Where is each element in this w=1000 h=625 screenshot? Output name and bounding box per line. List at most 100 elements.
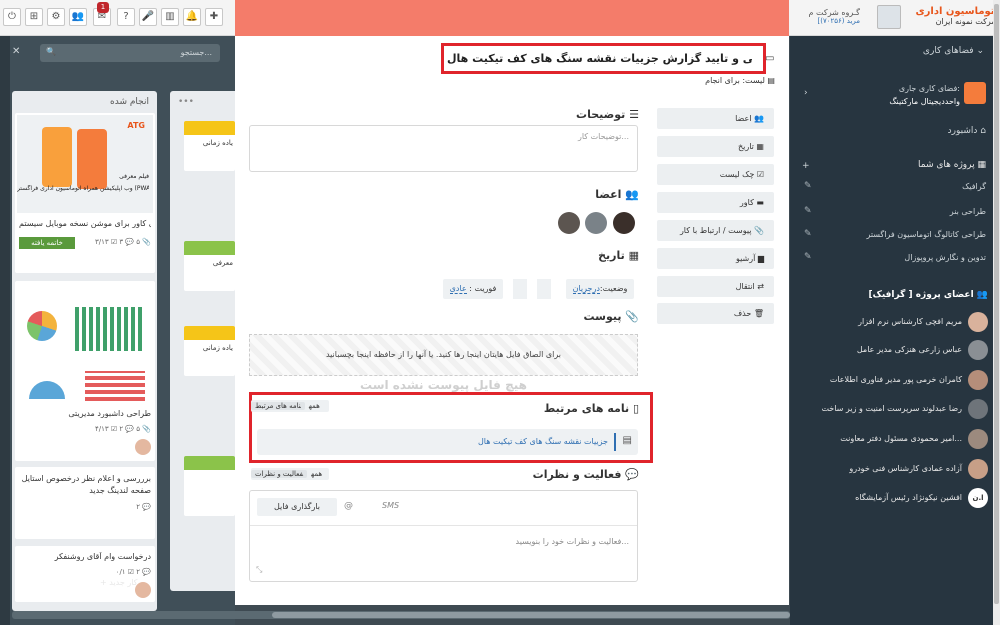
- microphone-icon[interactable]: 🎤: [139, 8, 157, 26]
- edit-icon[interactable]: ✎: [804, 252, 812, 262]
- task-card[interactable]: یاده زمانی: [184, 326, 235, 376]
- member-item[interactable]: عباس زارعی هنزکی مدیر عامل: [803, 340, 988, 360]
- member-item[interactable]: افشین نیکونژاد رئیس آزمایشگاه ا.ن: [803, 488, 988, 508]
- project-item[interactable]: تدوین و نگارش پروپوزال: [904, 253, 986, 262]
- task-modal: بررسی و تایید گزارش جزییات نقشه سنگ های …: [235, 0, 789, 605]
- card-title: طراحی کاور برای موشن نسخه موبایل سیستم: [19, 219, 151, 228]
- org-chart-icon[interactable]: ⊞: [25, 8, 43, 26]
- upload-file-tab[interactable]: بارگذاری فایل: [257, 498, 337, 516]
- activity-filter[interactable]: همهفعالیت و نظرات: [251, 468, 329, 480]
- project-item[interactable]: طراحی کاتالوگ اتوماسیون فراگستر: [866, 230, 986, 239]
- member-name: رضا عبدلوند سرپرست امنیت و زیر ساخت: [821, 404, 962, 413]
- cover-button[interactable]: کاور ▬: [657, 192, 774, 213]
- project-item[interactable]: گرافیک: [962, 182, 986, 191]
- plugin-icon[interactable]: ✚: [205, 8, 223, 26]
- related-filter[interactable]: همهنامه های مرتبط: [251, 400, 329, 412]
- workspaces-label: فضاهای کاری: [922, 46, 974, 56]
- logout-icon[interactable]: ⏻: [3, 8, 21, 26]
- column-menu-icon[interactable]: •••: [178, 97, 194, 107]
- task-title[interactable]: بررسی و تایید گزارش جزییات نقشه سنگ های …: [447, 52, 752, 65]
- page-scrollbar[interactable]: [993, 0, 1000, 625]
- sms-tab[interactable]: SMS: [382, 501, 399, 510]
- member-item[interactable]: مریم افچی کارشناس نرم افزار: [803, 312, 988, 332]
- members-button[interactable]: اعضا 👥: [657, 108, 774, 129]
- add-card-button[interactable]: + کار جدید: [100, 578, 137, 587]
- checklist-button[interactable]: چک لیست ☑: [657, 164, 774, 185]
- card-meta: ۲ 💬: [136, 503, 151, 511]
- edit-icon[interactable]: ✎: [804, 206, 812, 216]
- mention-tab[interactable]: @: [344, 501, 353, 511]
- resize-handle-icon[interactable]: ⤡: [256, 565, 262, 575]
- task-card[interactable]: [184, 456, 235, 516]
- button-label: انتقال: [735, 282, 755, 291]
- scrollbar-thumb[interactable]: [272, 612, 790, 618]
- workspaces-dropdown[interactable]: فضاهای کاری ⌄: [923, 46, 984, 56]
- filter-all[interactable]: همه: [307, 470, 326, 478]
- group-code: (۷۰۲۵۶): [820, 17, 845, 25]
- add-project-icon[interactable]: +: [802, 161, 810, 171]
- horizontal-scrollbar[interactable]: [12, 611, 790, 619]
- task-card[interactable]: درخواست وام آقای روشنفکر ۰/۱ ☑ ۲ 💬: [15, 546, 155, 602]
- description-input[interactable]: توضیحات کار...: [249, 125, 638, 172]
- comment-input[interactable]: فعالیت و نظرات خود را بنویسید...: [516, 537, 629, 546]
- avatar: [968, 399, 988, 419]
- users-icon[interactable]: 👥: [69, 8, 87, 26]
- status-value: درجریان: [572, 284, 600, 294]
- avatar[interactable]: [613, 212, 635, 234]
- member-item[interactable]: امیر محمودی مسئول دفتر معاونت...: [803, 429, 988, 449]
- user-avatar[interactable]: [877, 5, 901, 29]
- task-card[interactable]: برررسی و اعلام نظر درخصوص استایل صفحه لن…: [15, 467, 155, 539]
- card-cover-image: ATG فیلم معرفی وب اپلیکیشن همراه اتوماسی…: [17, 115, 153, 213]
- filter-tag[interactable]: فعالیت و نظرات: [251, 470, 308, 478]
- chart-icon[interactable]: ▥: [161, 8, 179, 26]
- project-item[interactable]: طراحی بنر: [950, 207, 986, 216]
- scrollbar-thumb[interactable]: [994, 4, 999, 604]
- member-item[interactable]: کامران خرمی پور مدیر فناوری اطلاعات: [803, 370, 988, 390]
- attachment-dropzone[interactable]: برای الصاق فایل هایتان اینجا رها کنید. ی…: [249, 334, 638, 376]
- column-second: ••• یاده زمانی معرفی یاده زمانی: [170, 91, 235, 591]
- delete-button[interactable]: حذف 🗑: [657, 303, 774, 324]
- dashboard-link[interactable]: داشبورد ⌂: [948, 126, 986, 136]
- bell-icon[interactable]: 🔔: [183, 8, 201, 26]
- status-field[interactable]: وضعیت:درجریان: [566, 279, 634, 299]
- modal-header-bar: [235, 0, 789, 36]
- task-card[interactable]: یاده زمانی: [184, 121, 235, 171]
- empty-field[interactable]: [513, 279, 527, 299]
- move-button[interactable]: انتقال ⇄: [657, 276, 774, 297]
- help-icon[interactable]: ?: [117, 8, 135, 26]
- member-item[interactable]: رضا عبدلوند سرپرست امنیت و زیر ساخت: [803, 399, 988, 419]
- description-heading: توضیحات ☰: [576, 108, 639, 121]
- date-button[interactable]: تاریخ ▦: [657, 136, 774, 157]
- archive-button[interactable]: آرشیو ▆: [657, 248, 774, 269]
- avatar: [968, 459, 988, 479]
- current-workspace[interactable]: فضای کاری جاری: واحددیجیتال مارکتینگ: [889, 82, 960, 108]
- card-meta: ۴/۱۳ ☑ ۲ 💬 ۵ 📎: [95, 425, 151, 433]
- related-letter-link[interactable]: جزییات نقشه سنگ های کف تیکیت هال: [478, 437, 608, 446]
- members-title: اعضای پروژه [ گرافیک] 👥: [868, 290, 988, 300]
- collapse-icon[interactable]: ›: [804, 88, 808, 98]
- edit-icon[interactable]: ✎: [804, 229, 812, 239]
- filter-all[interactable]: همه: [305, 402, 324, 410]
- close-icon[interactable]: ✕: [12, 46, 20, 57]
- task-card[interactable]: ATG فیلم معرفی وب اپلیکیشن همراه اتوماسی…: [15, 113, 155, 273]
- filter-tag[interactable]: نامه های مرتبط: [251, 402, 305, 410]
- priority-field[interactable]: فوریت : عادی: [443, 279, 503, 299]
- activity-heading: فعالیت و نظرات 💬: [532, 468, 639, 481]
- section-title: پیوست: [583, 310, 622, 323]
- divider: [250, 525, 637, 526]
- board-search-input[interactable]: جستجو... 🔍: [40, 44, 220, 62]
- current-ws-label: فضای کاری جاری:: [898, 84, 960, 93]
- task-card[interactable]: طراحی داشبورد مدیریتی ۴/۱۳ ☑ ۲ 💬 ۵ 📎: [15, 281, 155, 461]
- column-title: انجام شده: [110, 97, 149, 107]
- avatar[interactable]: [585, 212, 607, 234]
- member-item[interactable]: آزاده عمادی کارشناس فنی خودرو: [803, 459, 988, 479]
- settings-icon[interactable]: ⚙: [47, 8, 65, 26]
- edit-icon[interactable]: ✎: [804, 181, 812, 191]
- task-card[interactable]: معرفی: [184, 241, 235, 291]
- attachment-button[interactable]: پیوست / ارتباط با کار 📎: [657, 220, 774, 241]
- avatar: [968, 340, 988, 360]
- list-info[interactable]: لیست: برای انجام ▤: [705, 76, 775, 85]
- empty-field[interactable]: [537, 279, 551, 299]
- avatar[interactable]: [558, 212, 580, 234]
- related-letter-item[interactable]: ▤ جزییات نقشه سنگ های کف تیکیت هال: [257, 429, 638, 455]
